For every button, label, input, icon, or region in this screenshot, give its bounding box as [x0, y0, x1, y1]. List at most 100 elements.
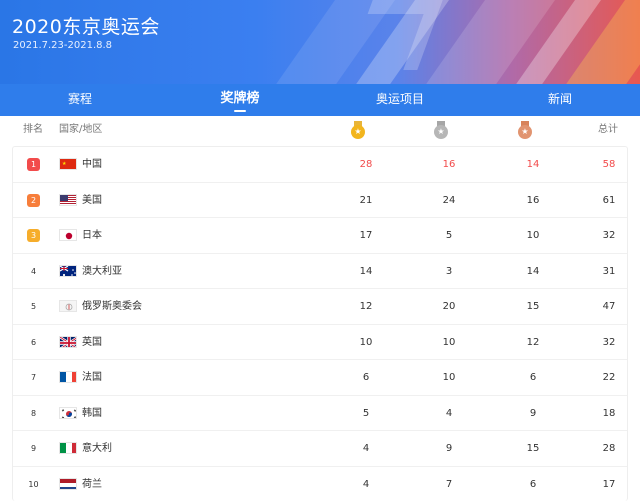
total-count: 61: [602, 194, 616, 206]
gold-count: 17: [359, 230, 373, 241]
table-row[interactable]: 6 英国 10 10 12 32: [13, 325, 627, 360]
table-row[interactable]: 3 日本 17 5 10 32: [13, 218, 627, 254]
country-name: 意大利: [82, 443, 112, 454]
table-row[interactable]: 5 俄罗斯奥委会 12 20 15 47: [13, 289, 627, 325]
table-header: 排名 国家/地区 ★ ★ ★ 总计: [0, 116, 640, 144]
rank-badge: 2: [27, 193, 40, 207]
country-name: 荷兰: [82, 478, 102, 490]
table-row[interactable]: 1 ★ 中国 28 16 14 58: [13, 147, 627, 183]
gold-count: 5: [362, 407, 370, 419]
usa-flag-icon: [59, 193, 77, 206]
rank-badge: 7: [30, 373, 37, 382]
table-row[interactable]: 7 法国 6 10 6 22: [13, 360, 627, 396]
rank-badge: 4: [30, 266, 37, 276]
bronze-count: 6: [529, 372, 537, 383]
tab-news[interactable]: 新闻: [480, 84, 640, 116]
country-name: 中国: [82, 159, 102, 170]
silver-count: 10: [442, 336, 456, 348]
bronze-count: 15: [526, 443, 540, 454]
italy-flag-icon: [59, 442, 77, 454]
bronze-medal-icon: ★: [517, 121, 533, 139]
column-header-total: 总计: [598, 124, 618, 135]
gold-count: 4: [362, 443, 370, 454]
country-name: 澳大利亚: [82, 265, 122, 277]
total-count: 18: [602, 407, 616, 419]
gold-count: 12: [359, 301, 373, 312]
total-count: 58: [602, 159, 616, 170]
silver-count: 20: [442, 301, 456, 312]
japan-flag-icon: [59, 229, 77, 241]
silver-count: 5: [445, 230, 453, 241]
total-count: 31: [602, 265, 616, 277]
gold-count: 10: [359, 336, 373, 348]
bronze-count: 12: [526, 336, 540, 348]
silver-count: 4: [445, 407, 453, 419]
uk-flag-icon: [59, 335, 77, 348]
medal-table-page: 2020东京奥运会 2021.7.23-2021.8.8 赛程 奖牌榜 奥运项目…: [0, 0, 640, 501]
korea-flag-icon: [59, 406, 77, 419]
france-flag-icon: [59, 371, 77, 383]
active-tab-indicator: [234, 110, 246, 112]
silver-count: 16: [442, 159, 456, 170]
column-header-country: 国家/地区: [59, 124, 103, 135]
bronze-count: 14: [526, 159, 540, 170]
total-count: 17: [602, 478, 616, 490]
country-name: 美国: [82, 194, 102, 206]
table-row[interactable]: 9 意大利 4 9 15 28: [13, 431, 627, 467]
gold-count: 6: [362, 372, 370, 383]
tab-medal-table[interactable]: 奖牌榜: [160, 84, 320, 116]
silver-medal-icon: ★: [433, 121, 449, 139]
rank-badge: 8: [30, 408, 37, 418]
event-dates: 2021.7.23-2021.8.8: [13, 40, 113, 51]
gold-count: 14: [359, 265, 373, 277]
bronze-count: 6: [529, 478, 537, 490]
gold-count: 4: [362, 478, 370, 490]
country-name: 法国: [82, 372, 102, 383]
bronze-count: 16: [526, 194, 540, 206]
page-title: 2020东京奥运会: [12, 16, 160, 38]
total-count: 32: [602, 230, 616, 241]
rank-badge: 5: [30, 302, 37, 311]
total-count: 22: [602, 372, 616, 383]
gold-medal-icon: ★: [350, 121, 366, 139]
tab-bar: 赛程 奖牌榜 奥运项目 新闻: [0, 84, 640, 116]
tab-label: 奖牌榜: [220, 91, 260, 106]
header-banner: 2020东京奥运会 2021.7.23-2021.8.8: [0, 0, 640, 84]
total-count: 28: [602, 443, 616, 454]
bronze-count: 14: [526, 265, 540, 277]
table-row[interactable]: 8 韩国 5 4 9 18: [13, 396, 627, 431]
svg-text:★: ★: [62, 161, 67, 167]
silver-count: 7: [445, 478, 453, 490]
country-name: 英国: [82, 336, 102, 348]
rank-badge: 3: [27, 229, 40, 242]
country-name: 日本: [82, 230, 102, 241]
rank-badge: 10: [28, 479, 39, 489]
bronze-count: 9: [529, 407, 537, 419]
roc-flag-icon: [59, 300, 77, 312]
silver-count: 10: [442, 372, 456, 383]
rank-badge: 9: [30, 444, 37, 453]
gold-count: 21: [359, 194, 373, 206]
rank-badge: 1: [27, 158, 40, 171]
total-count: 32: [602, 336, 616, 348]
silver-count: 3: [445, 265, 453, 277]
gold-count: 28: [359, 159, 373, 170]
tab-olympic-events[interactable]: 奥运项目: [320, 84, 480, 116]
netherlands-flag-icon: [59, 477, 77, 490]
bronze-count: 10: [526, 230, 540, 241]
rank-badge: 6: [30, 337, 37, 347]
country-name: 韩国: [82, 407, 102, 419]
table-row[interactable]: 10 荷兰 4 7 6 17: [13, 467, 627, 501]
column-header-rank: 排名: [23, 124, 43, 135]
medal-table: 1 ★ 中国 28 16 14 58 2 美国 21 24 16 61 3 日本 17 5 10 32 4 澳大利亚 14…: [12, 146, 628, 501]
australia-flag-icon: [59, 264, 77, 277]
table-row[interactable]: 2 美国 21 24 16 61: [13, 183, 627, 218]
country-name: 俄罗斯奥委会: [82, 301, 142, 312]
tab-schedule[interactable]: 赛程: [0, 84, 160, 116]
silver-count: 9: [445, 443, 453, 454]
silver-count: 24: [442, 194, 456, 206]
total-count: 47: [602, 301, 616, 312]
table-row[interactable]: 4 澳大利亚 14 3 14 31: [13, 254, 627, 289]
bronze-count: 15: [526, 301, 540, 312]
china-flag-icon: ★: [59, 158, 77, 170]
